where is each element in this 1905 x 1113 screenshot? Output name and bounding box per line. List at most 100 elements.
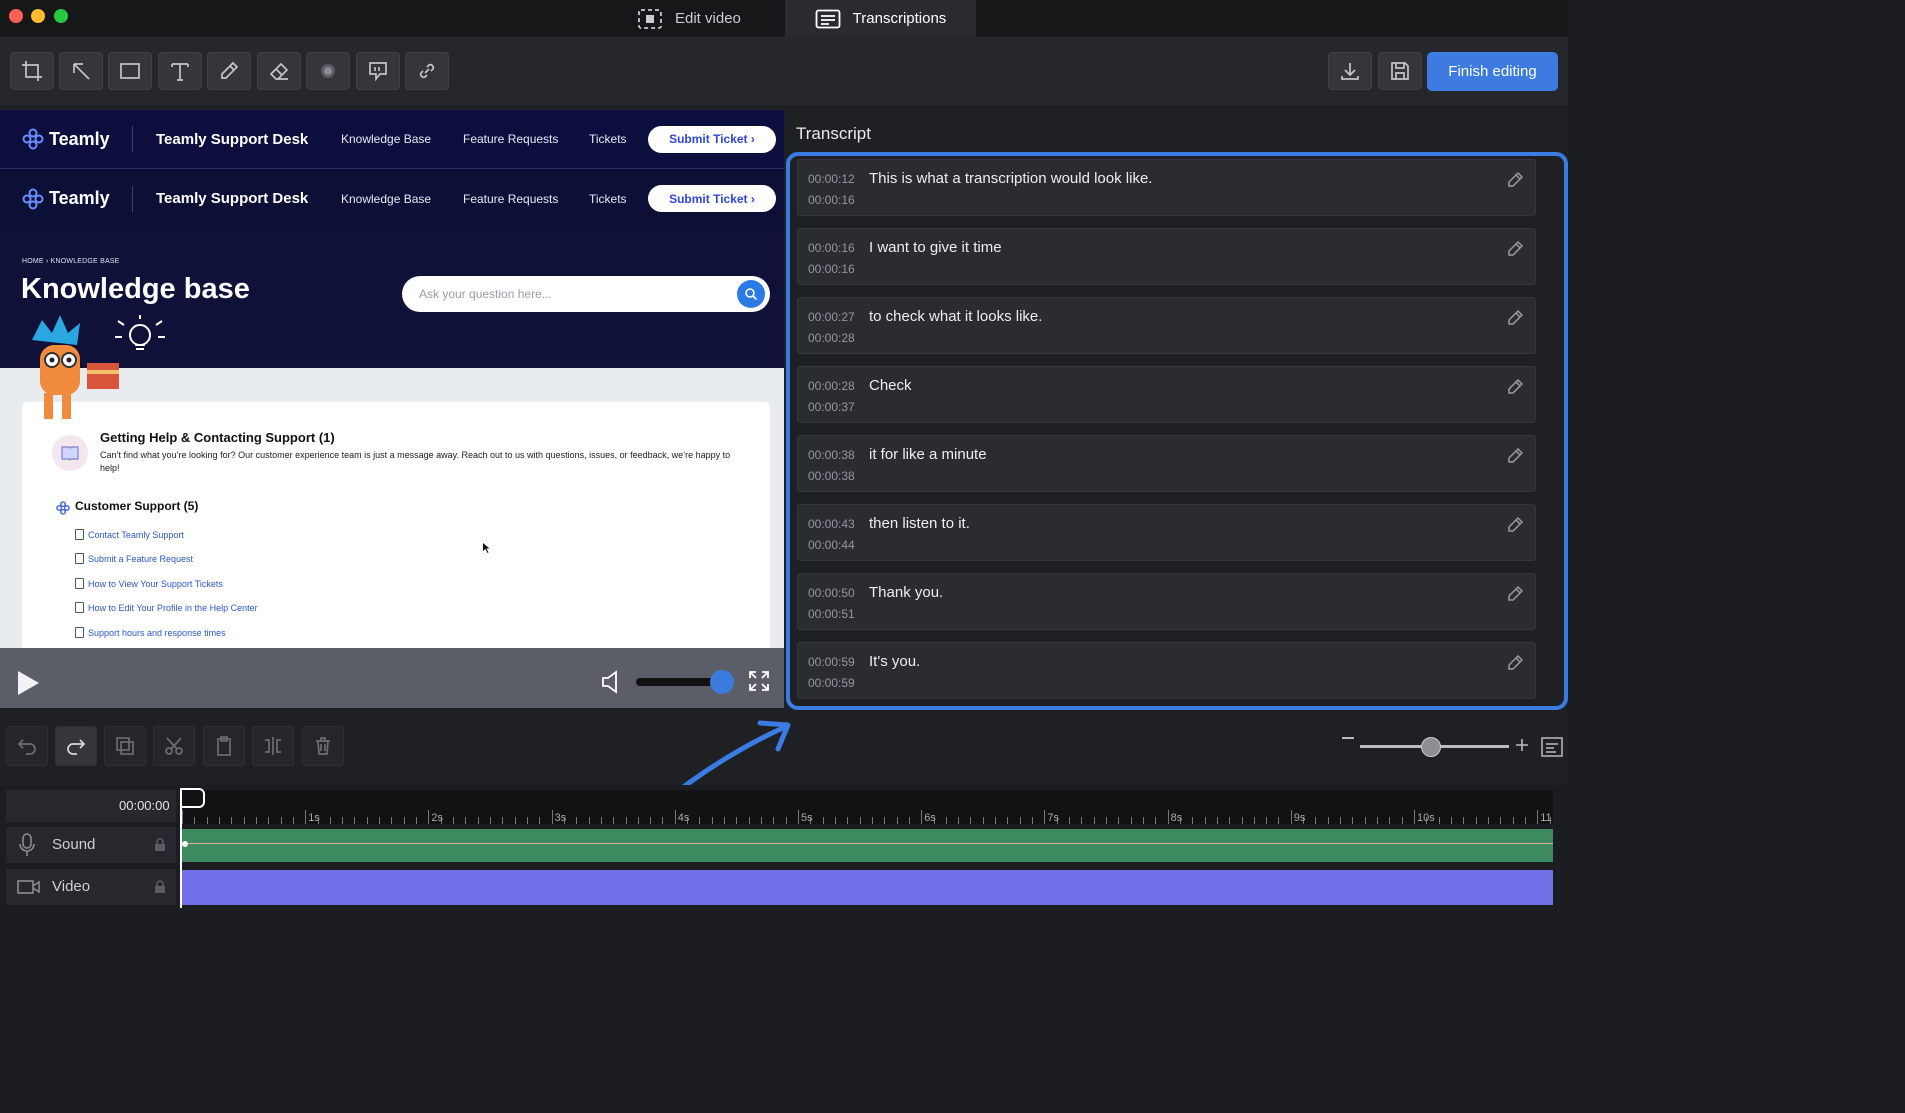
undo-button[interactable]	[6, 726, 48, 766]
eraser-tool-button[interactable]	[257, 52, 301, 90]
ruler-label: 5s	[801, 812, 813, 824]
edit-pencil-icon[interactable]	[1506, 516, 1524, 534]
transcript-row[interactable]: 00:00:38 00:00:38 it for like a minute	[797, 435, 1536, 492]
article-link[interactable]: How to View Your Support Tickets	[75, 578, 223, 589]
fit-timeline-icon[interactable]	[1541, 737, 1563, 757]
ruler-major-tick	[1290, 810, 1292, 824]
site-header: Teamly Teamly Support Desk Knowledge Bas…	[0, 110, 784, 169]
document-icon	[75, 529, 84, 540]
video-track-clip[interactable]	[182, 870, 1553, 905]
ruler-minor-tick	[1475, 817, 1477, 824]
nav-knowledge-base[interactable]: Knowledge Base	[341, 132, 431, 146]
nav-knowledge-base[interactable]: Knowledge Base	[341, 192, 431, 206]
ruler-minor-tick	[1081, 817, 1083, 824]
text-tool-button[interactable]	[158, 52, 202, 90]
zoom-slider-handle[interactable]	[1421, 737, 1441, 757]
nav-feature-requests[interactable]: Feature Requests	[463, 192, 558, 206]
callout-tool-button[interactable]	[356, 52, 400, 90]
playhead-handle[interactable]	[180, 788, 205, 808]
timeline-ruler[interactable]: 1s 2s 3s 4s 5s 6s 7s 8s 9s 10s 11	[180, 790, 1553, 824]
tab-transcriptions[interactable]: Transcriptions	[785, 0, 976, 37]
nav-tickets[interactable]: Tickets	[589, 132, 627, 146]
transcript-row[interactable]: 00:00:43 00:00:44 then listen to it.	[797, 504, 1536, 561]
teamly-logo: Teamly	[22, 128, 110, 150]
pencil-tool-button[interactable]	[207, 52, 251, 90]
play-icon[interactable]	[16, 670, 40, 696]
split-button[interactable]	[252, 726, 294, 766]
cut-button[interactable]	[153, 726, 195, 766]
category-title[interactable]: Getting Help & Contacting Support (1)	[100, 430, 335, 445]
sound-track-clip[interactable]	[182, 829, 1553, 862]
lock-icon[interactable]	[154, 838, 166, 852]
end-time: 00:00:51	[808, 607, 855, 621]
article-link[interactable]: Support hours and response times	[75, 627, 226, 638]
category-title[interactable]: Customer Support (5)	[75, 499, 198, 513]
submit-ticket-button[interactable]: Submit Ticket ›	[648, 185, 776, 212]
transcript-row[interactable]: 00:00:12 00:00:16 This is what a transcr…	[797, 159, 1536, 216]
tab-edit-video[interactable]: Edit video	[637, 0, 784, 37]
article-link[interactable]: Contact Teamly Support	[75, 529, 184, 540]
ruler-minor-tick	[255, 817, 257, 824]
transcript-row[interactable]: 00:00:28 00:00:37 Check	[797, 366, 1536, 423]
transcript-text[interactable]: It's you.	[869, 653, 920, 670]
ruler-minor-tick	[1253, 817, 1255, 824]
ruler-minor-tick	[502, 817, 504, 824]
zoom-out-button[interactable]	[1342, 737, 1354, 739]
ruler-label: 10s	[1417, 812, 1435, 824]
download-button[interactable]	[1328, 52, 1372, 90]
volume-icon[interactable]	[601, 670, 623, 694]
fullscreen-icon[interactable]	[749, 671, 769, 691]
transcript-text[interactable]: Thank you.	[869, 584, 943, 601]
save-button[interactable]	[1378, 52, 1422, 90]
lock-icon[interactable]	[154, 880, 166, 894]
transcript-text[interactable]: Check	[869, 377, 912, 394]
nav-tickets[interactable]: Tickets	[589, 192, 627, 206]
maximize-window-button[interactable]	[54, 9, 68, 23]
edit-pencil-icon[interactable]	[1506, 309, 1524, 327]
paste-button[interactable]	[203, 726, 245, 766]
ruler-minor-tick	[1032, 817, 1034, 824]
transcript-row[interactable]: 00:00:16 00:00:16 I want to give it time	[797, 228, 1536, 285]
transcript-text[interactable]: then listen to it.	[869, 515, 970, 532]
article-link[interactable]: How to Edit Your Profile in the Help Cen…	[75, 602, 258, 613]
blur-tool-button[interactable]	[306, 52, 350, 90]
minimize-window-button[interactable]	[31, 9, 45, 23]
sound-keyframe[interactable]	[182, 841, 188, 847]
link-tool-button[interactable]	[405, 52, 449, 90]
ruler-minor-tick	[982, 817, 984, 824]
transcript-text[interactable]: I want to give it time	[869, 239, 1002, 256]
submit-ticket-button[interactable]: Submit Ticket ›	[648, 125, 776, 153]
transcript-row[interactable]: 00:00:27 00:00:28 to check what it looks…	[797, 297, 1536, 354]
ruler-label: 3s	[554, 812, 567, 824]
edit-pencil-icon[interactable]	[1506, 378, 1524, 396]
redo-button[interactable]	[55, 726, 97, 766]
transcript-row[interactable]: 00:00:59 00:00:59 It's you.	[797, 642, 1536, 699]
volume-slider-handle[interactable]	[710, 670, 734, 694]
edit-pencil-icon[interactable]	[1506, 585, 1524, 603]
transcript-text[interactable]: This is what a transcription would look …	[869, 170, 1152, 187]
arrow-tool-button[interactable]	[59, 52, 103, 90]
ruler-minor-tick	[908, 817, 910, 824]
rectangle-tool-button[interactable]	[108, 52, 152, 90]
nav-feature-requests[interactable]: Feature Requests	[463, 132, 558, 146]
ruler-minor-tick	[1315, 817, 1317, 824]
transcript-row[interactable]: 00:00:50 00:00:51 Thank you.	[797, 573, 1536, 630]
start-time: 00:00:16	[808, 241, 855, 255]
video-preview[interactable]: Teamly Teamly Support Desk Knowledge Bas…	[0, 110, 784, 708]
article-link[interactable]: Submit a Feature Request	[75, 553, 193, 564]
close-window-button[interactable]	[9, 9, 23, 23]
transcript-text[interactable]: it for like a minute	[869, 446, 987, 463]
zoom-in-icon[interactable]	[1515, 738, 1529, 752]
duplicate-button[interactable]	[104, 726, 146, 766]
end-time: 00:00:16	[808, 262, 855, 276]
delete-button[interactable]	[302, 726, 344, 766]
finish-editing-button[interactable]: Finish editing	[1427, 52, 1558, 91]
crop-tool-button[interactable]	[10, 52, 54, 90]
kb-search-input[interactable]: Ask your question here...	[402, 276, 770, 312]
kb-search-button[interactable]	[737, 280, 765, 308]
edit-pencil-icon[interactable]	[1506, 240, 1524, 258]
edit-pencil-icon[interactable]	[1506, 447, 1524, 465]
transcript-text[interactable]: to check what it looks like.	[869, 308, 1042, 325]
edit-pencil-icon[interactable]	[1506, 171, 1524, 189]
edit-pencil-icon[interactable]	[1506, 654, 1524, 672]
